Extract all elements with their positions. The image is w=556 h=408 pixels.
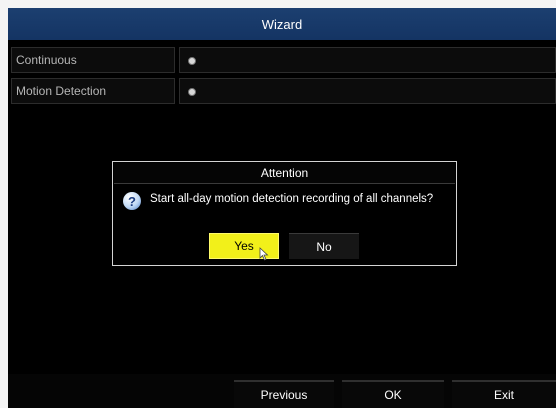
no-button[interactable]: No: [289, 233, 359, 259]
mouse-cursor-icon: [259, 247, 269, 261]
dialog-title-text: Attention: [260, 166, 309, 180]
option-row-motion-detection[interactable]: Motion Detection: [11, 78, 556, 104]
radio-dot-icon[interactable]: [188, 57, 196, 65]
exit-button[interactable]: Exit: [452, 380, 556, 408]
window-titlebar: Wizard: [8, 8, 556, 40]
previous-button[interactable]: Previous: [234, 380, 334, 408]
radio-dot-icon[interactable]: [188, 88, 196, 96]
wizard-window: Wizard Continuous Motion Detection Atten…: [8, 8, 556, 408]
wizard-footer: Previous OK Exit: [8, 374, 556, 408]
attention-dialog: Attention ? Start all-day motion detecti…: [112, 161, 457, 266]
option-value-field[interactable]: [179, 78, 556, 104]
dialog-title: Attention: [114, 163, 455, 184]
dialog-message: Start all-day motion detection recording…: [150, 193, 434, 205]
option-value-field[interactable]: [179, 47, 556, 73]
option-label: Motion Detection: [11, 78, 175, 104]
option-row-continuous[interactable]: Continuous: [11, 47, 556, 73]
question-icon: ?: [123, 192, 141, 210]
option-label: Continuous: [11, 47, 175, 73]
ok-button[interactable]: OK: [342, 380, 444, 408]
window-title: Wizard: [261, 16, 303, 32]
